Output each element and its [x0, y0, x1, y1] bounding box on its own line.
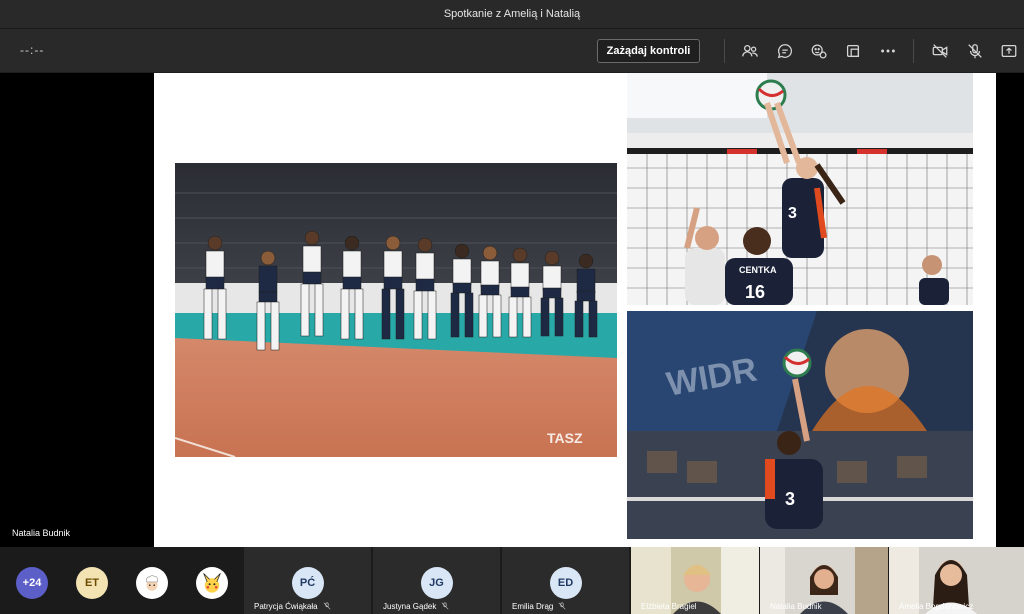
pikachu-icon — [203, 573, 221, 593]
presenter-name-label: Natalia Budnik — [12, 528, 71, 538]
participant-name: Amelia Bogdanowicz — [899, 602, 974, 611]
avatar: ED — [549, 567, 582, 599]
people-icon[interactable] — [739, 40, 761, 62]
jersey-number: 16 — [745, 282, 765, 302]
participant-tile[interactable]: PĆ Patrycja Ćwiąkała — [244, 547, 372, 614]
serve-photo: WIDR 3 — [627, 311, 973, 539]
meeting-timer: --:-- — [20, 43, 45, 57]
net-block-photo: 3 CENTKA 16 — [627, 73, 973, 305]
jersey-sponsor: CENTKA — [739, 265, 777, 275]
toolbar-divider — [724, 39, 725, 63]
participant-gallery: +24 ET PĆ Patrycja Ćwiąkała JG Justyna G… — [0, 547, 1024, 614]
window-title-bar: Spotkanie z Amelią i Natalią — [0, 0, 1024, 28]
participant-video-tile[interactable]: Elżbieta Bragiel — [631, 547, 759, 614]
participant-name: Elżbieta Bragiel — [641, 602, 697, 611]
chef-icon — [146, 575, 158, 591]
toolbar-divider — [913, 39, 914, 63]
request-control-button[interactable]: Zażądaj kontroli — [597, 39, 700, 63]
reactions-icon[interactable] — [808, 40, 830, 62]
meeting-toolbar: --:-- Zażądaj kontroli — [0, 28, 1024, 72]
photo-watermark: TASZ — [547, 430, 583, 446]
mic-off-icon — [558, 602, 566, 610]
avatar: PĆ — [291, 567, 324, 599]
team-lineup-photo: TASZ — [175, 163, 617, 457]
participant-name: Emilia Drąg — [512, 602, 566, 611]
participant-video-tile[interactable]: Natalia Budnik — [760, 547, 888, 614]
chef-avatar[interactable] — [136, 567, 168, 599]
share-icon[interactable] — [998, 40, 1020, 62]
shared-screen-stage: TASZ 3 CENTKA 16 WIDR 3 Natalia Budnik — [0, 73, 1024, 547]
jersey-number: 3 — [785, 489, 795, 509]
avatar: JG — [420, 567, 453, 599]
mic-off-icon — [323, 602, 331, 610]
camera-off-icon[interactable] — [929, 40, 951, 62]
presentation-slide: TASZ 3 CENTKA 16 WIDR 3 — [154, 73, 996, 547]
participant-tile[interactable]: JG Justyna Gądek — [373, 547, 501, 614]
participant-name: Natalia Budnik — [770, 602, 822, 611]
mic-off-icon — [441, 602, 449, 610]
overflow-participants-button[interactable]: +24 — [16, 567, 48, 599]
rooms-icon[interactable] — [842, 40, 864, 62]
participant-name: Justyna Gądek — [383, 602, 449, 611]
jersey-number: 3 — [788, 205, 797, 222]
mic-off-icon[interactable] — [964, 40, 986, 62]
meeting-title: Spotkanie z Amelią i Natalią — [443, 8, 581, 20]
avatar[interactable]: ET — [76, 567, 108, 599]
participant-video-tile[interactable]: Amelia Bogdanowicz — [889, 547, 1024, 614]
participant-tile[interactable]: ED Emilia Drąg — [502, 547, 630, 614]
pikachu-avatar[interactable] — [196, 567, 228, 599]
participant-name: Patrycja Ćwiąkała — [254, 602, 331, 611]
chat-icon[interactable] — [774, 40, 796, 62]
more-icon[interactable] — [877, 40, 899, 62]
